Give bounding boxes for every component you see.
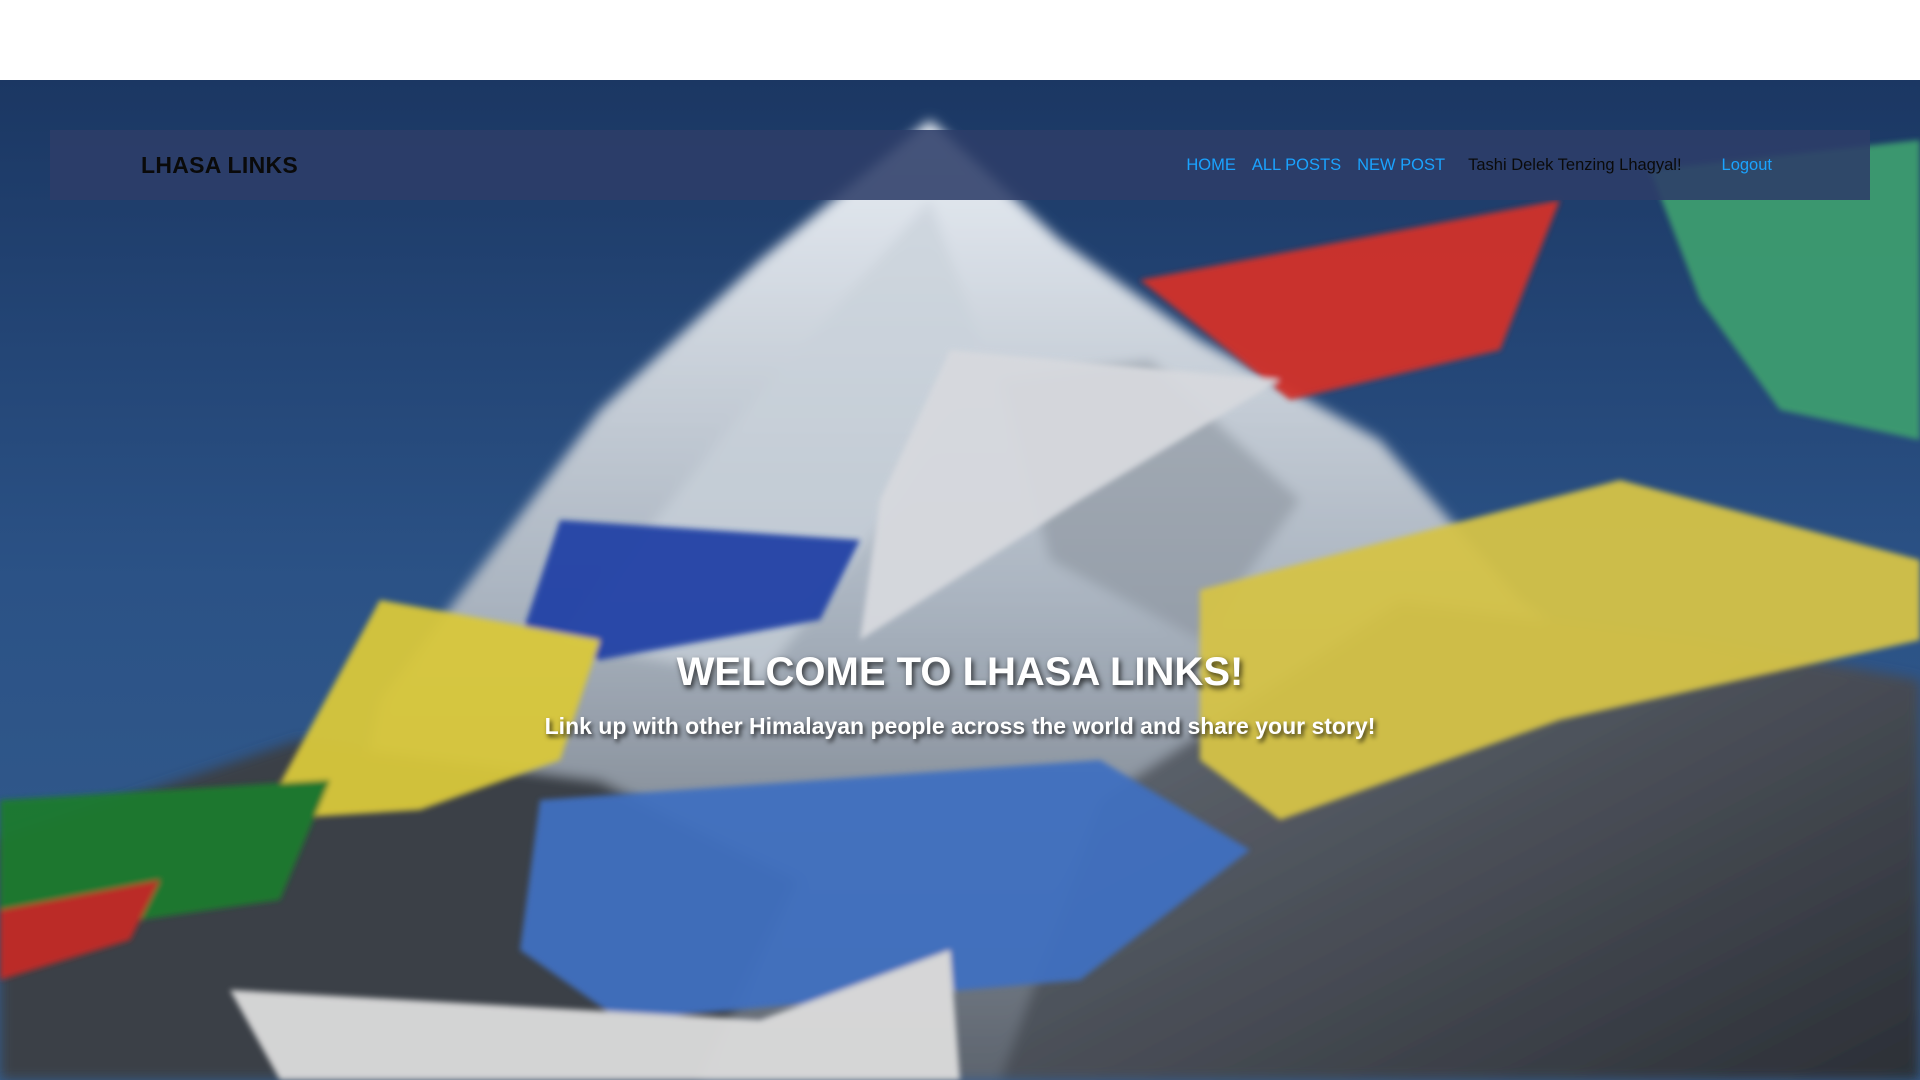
nav-link-all-posts[interactable]: ALL POSTS (1252, 156, 1341, 175)
hero-section (0, 80, 1920, 1080)
brand-logo[interactable]: LHASA LINKS (141, 152, 298, 179)
logout-link[interactable]: Logout (1722, 156, 1772, 175)
hero-subtitle: Link up with other Himalayan people acro… (544, 713, 1376, 739)
nav-link-new-post[interactable]: NEW POST (1357, 156, 1445, 175)
nav-links: HOME ALL POSTS NEW POST Tashi Delek Tenz… (1186, 156, 1772, 175)
user-greeting: Tashi Delek Tenzing Lhagyal! (1468, 155, 1682, 174)
nav-link-home[interactable]: HOME (1186, 156, 1236, 175)
hero-title: WELCOME TO LHASA LINKS! (676, 650, 1244, 694)
hero-background-image (0, 80, 1920, 1080)
navbar: LHASA LINKS HOME ALL POSTS NEW POST Tash… (50, 130, 1870, 200)
hero-text-block: WELCOME TO LHASA LINKS! Link up with oth… (0, 650, 1920, 740)
top-blank-strip (0, 0, 1920, 80)
